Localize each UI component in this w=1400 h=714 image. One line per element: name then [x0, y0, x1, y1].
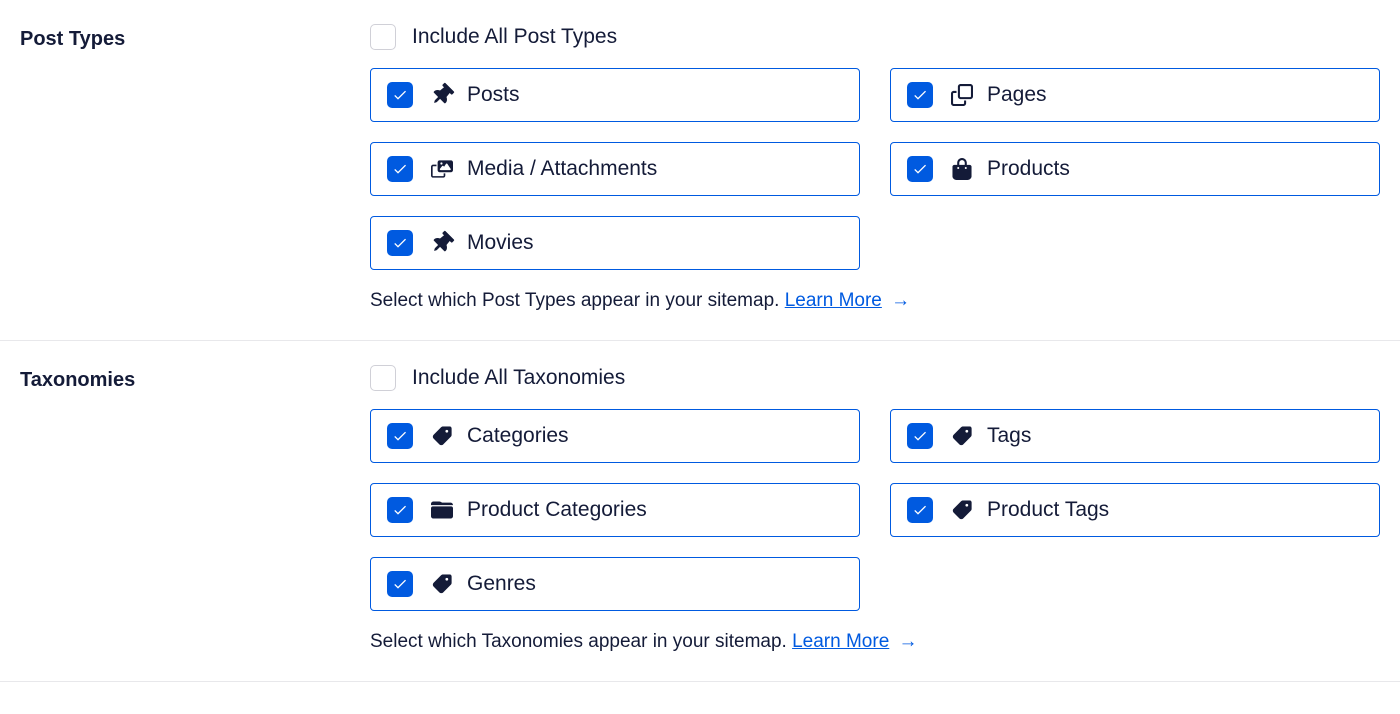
- post-type-movies-label: Movies: [467, 231, 534, 255]
- include-all-post-types-checkbox[interactable]: [370, 24, 396, 50]
- copy-icon: [949, 82, 975, 108]
- taxonomy-product-categories-label: Product Categories: [467, 498, 647, 522]
- taxonomy-product-tags-checkbox[interactable]: [907, 497, 933, 523]
- taxonomy-product-categories-checkbox[interactable]: [387, 497, 413, 523]
- post-type-posts-checkbox[interactable]: [387, 82, 413, 108]
- taxonomies-grid: Categories Tags Product Categories Produ…: [370, 409, 1380, 611]
- taxonomy-option-genres[interactable]: Genres: [370, 557, 860, 611]
- post-type-posts-label: Posts: [467, 83, 520, 107]
- taxonomy-option-product-categories[interactable]: Product Categories: [370, 483, 860, 537]
- media-icon: [429, 156, 455, 182]
- post-type-media-checkbox[interactable]: [387, 156, 413, 182]
- taxonomy-product-tags-label: Product Tags: [987, 498, 1109, 522]
- tag-icon: [429, 423, 455, 449]
- folder-icon: [429, 497, 455, 523]
- taxonomies-helper: Select which Taxonomies appear in your s…: [370, 631, 1380, 653]
- include-all-taxonomies-row[interactable]: Include All Taxonomies: [370, 365, 1380, 391]
- taxonomies-title: Taxonomies: [20, 365, 370, 653]
- pin-icon: [429, 82, 455, 108]
- post-type-products-label: Products: [987, 157, 1070, 181]
- post-types-learn-more-link[interactable]: Learn More: [785, 290, 882, 311]
- taxonomies-content: Include All Taxonomies Categories Tags P…: [370, 365, 1380, 653]
- post-types-grid: Posts Pages Media / Attachments Products: [370, 68, 1380, 270]
- taxonomy-option-tags[interactable]: Tags: [890, 409, 1380, 463]
- include-all-post-types-row[interactable]: Include All Post Types: [370, 24, 1380, 50]
- taxonomy-genres-checkbox[interactable]: [387, 571, 413, 597]
- taxonomy-tags-label: Tags: [987, 424, 1031, 448]
- taxonomy-option-categories[interactable]: Categories: [370, 409, 860, 463]
- tag-icon: [949, 423, 975, 449]
- include-all-post-types-label: Include All Post Types: [412, 25, 617, 49]
- post-type-movies-checkbox[interactable]: [387, 230, 413, 256]
- post-type-media-label: Media / Attachments: [467, 157, 657, 181]
- post-types-helper-text: Select which Post Types appear in your s…: [370, 290, 779, 311]
- post-type-pages-checkbox[interactable]: [907, 82, 933, 108]
- taxonomy-categories-label: Categories: [467, 424, 569, 448]
- tag-icon: [429, 571, 455, 597]
- tag-icon: [949, 497, 975, 523]
- bag-icon: [949, 156, 975, 182]
- taxonomy-categories-checkbox[interactable]: [387, 423, 413, 449]
- pin-icon: [429, 230, 455, 256]
- post-types-helper: Select which Post Types appear in your s…: [370, 290, 1380, 312]
- post-types-content: Include All Post Types Posts Pages Media…: [370, 24, 1380, 312]
- post-type-option-posts[interactable]: Posts: [370, 68, 860, 122]
- taxonomy-genres-label: Genres: [467, 572, 536, 596]
- taxonomy-option-product-tags[interactable]: Product Tags: [890, 483, 1380, 537]
- post-type-option-pages[interactable]: Pages: [890, 68, 1380, 122]
- taxonomies-learn-more-link[interactable]: Learn More: [792, 631, 889, 652]
- post-type-pages-label: Pages: [987, 83, 1047, 107]
- arrow-icon: →: [893, 631, 917, 652]
- post-type-option-products[interactable]: Products: [890, 142, 1380, 196]
- arrow-icon: →: [886, 290, 910, 311]
- post-type-products-checkbox[interactable]: [907, 156, 933, 182]
- taxonomies-section: Taxonomies Include All Taxonomies Catego…: [0, 341, 1400, 682]
- post-types-title: Post Types: [20, 24, 370, 312]
- taxonomy-tags-checkbox[interactable]: [907, 423, 933, 449]
- taxonomies-helper-text: Select which Taxonomies appear in your s…: [370, 631, 787, 652]
- post-type-option-movies[interactable]: Movies: [370, 216, 860, 270]
- post-type-option-media[interactable]: Media / Attachments: [370, 142, 860, 196]
- include-all-taxonomies-checkbox[interactable]: [370, 365, 396, 391]
- post-types-section: Post Types Include All Post Types Posts …: [0, 0, 1400, 341]
- include-all-taxonomies-label: Include All Taxonomies: [412, 366, 625, 390]
